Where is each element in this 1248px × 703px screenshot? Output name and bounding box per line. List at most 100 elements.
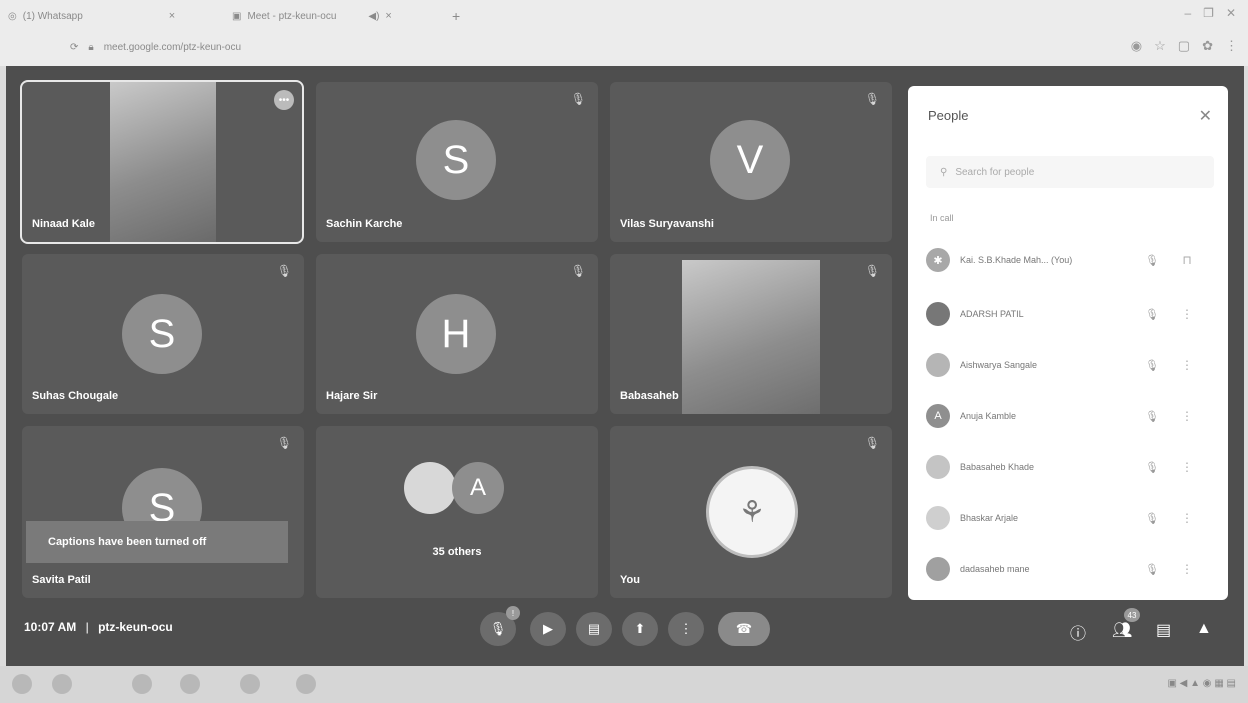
participant-row[interactable]: A Anuja Kamble 🎙︎ ⋮ (926, 399, 1216, 433)
participant-avatar (926, 557, 950, 581)
participant-row[interactable]: dadasaheb mane 🎙︎ ⋮ (926, 552, 1216, 586)
people-panel: People ✕ ⚲ Search for people In call ✱ K… (908, 86, 1228, 600)
more-vert-icon: ⋮ (679, 621, 693, 636)
menu-icon[interactable]: ⋮ (1225, 38, 1238, 54)
mic-off-icon: 🎙︎ (864, 436, 880, 450)
participant-name: ADARSH PATIL (960, 309, 1024, 319)
app-icon[interactable] (132, 674, 152, 694)
participant-row[interactable]: ADARSH PATIL 🎙︎ ⋮ (926, 297, 1216, 331)
separator: | (85, 620, 89, 634)
mic-off-icon: 🎙︎ (1145, 563, 1159, 576)
new-tab-button[interactable]: + (452, 8, 460, 24)
mic-off-icon: 🎙︎ (570, 264, 586, 278)
participant-row[interactable]: ✱ Kai. S.B.Khade Mah... (You) 🎙︎ ⊓ (926, 243, 1216, 277)
camera-toggle-button[interactable]: ▶ (530, 612, 566, 646)
participant-name: Ninaad Kale (32, 218, 95, 230)
participant-name: Anuja Kamble (960, 411, 1017, 421)
alert-badge: ! (506, 606, 520, 620)
more-vert-icon[interactable]: ⋮ (1172, 307, 1202, 321)
more-vert-icon[interactable]: ⋮ (1172, 460, 1202, 474)
participant-row[interactable]: Aishwarya Sangale 🎙︎ ⋮ (926, 348, 1216, 382)
call-end-icon: ☎ (735, 621, 753, 636)
mic-off-icon: 🎙︎ (1145, 254, 1159, 267)
app-icon[interactable] (296, 674, 316, 694)
tile-others[interactable]: A 35 others (316, 426, 598, 598)
close-tab-icon[interactable]: × (169, 10, 175, 22)
tile-hajare-sir[interactable]: 🎙︎ H Hajare Sir (316, 254, 598, 414)
participant-name: Babasaheb Khade (960, 462, 1035, 472)
star-icon[interactable]: ☆ (1154, 38, 1166, 54)
mic-off-icon: 🎙︎ (570, 92, 586, 106)
pin-icon[interactable]: ⊓ (1172, 253, 1202, 267)
restore-icon[interactable]: ❐ (1203, 6, 1214, 20)
tab-whatsapp[interactable]: ◎ (1) Whatsapp × (8, 8, 175, 24)
close-icon[interactable]: ✕ (1199, 106, 1212, 126)
tile-you[interactable]: 🎙︎ ⚘ You (610, 426, 892, 598)
more-options-icon[interactable]: ••• (274, 90, 294, 110)
captions-button[interactable]: ▤ (576, 612, 612, 646)
more-vert-icon[interactable]: ⋮ (1172, 358, 1202, 372)
participant-name: Vilas Suryavanshi (620, 218, 714, 230)
mic-off-icon: 🎙︎ (1145, 512, 1159, 525)
start-icon[interactable] (12, 674, 32, 694)
search-icon: ⚲ (940, 166, 948, 178)
browser-icon[interactable] (52, 674, 72, 694)
more-vert-icon[interactable]: ⋮ (1172, 409, 1202, 423)
leave-call-button[interactable]: ☎ (718, 612, 770, 646)
clock-time: 10:07 AM (24, 620, 77, 634)
camera-icon[interactable]: ◉ (1131, 38, 1142, 54)
avatar: A (452, 462, 504, 514)
puzzle-icon[interactable]: ✿ (1202, 38, 1213, 54)
tile-savita-patil[interactable]: 🎙︎ S Savita Patil (22, 426, 304, 598)
extension-icon[interactable]: ▢ (1178, 38, 1190, 54)
tile-babasaheb-khade[interactable]: 🎙︎ Babasaheb Khade (610, 254, 892, 414)
close-tab-icon[interactable]: × (385, 10, 391, 22)
tab-label: (1) Whatsapp (22, 10, 83, 22)
activities-icon[interactable]: ▲ (1196, 620, 1212, 638)
participant-name: Suhas Chougale (32, 390, 119, 402)
tab-meet[interactable]: ▣ Meet - ptz-keun-ocu ◀) × (232, 8, 392, 24)
minimize-icon[interactable]: ‒ (1184, 6, 1191, 20)
participant-name: You (620, 574, 640, 586)
participant-video (110, 82, 216, 242)
mic-off-icon: 🎙︎ (276, 436, 292, 450)
captions-toast: Captions have been turned off (26, 521, 288, 563)
videocam-icon: ▶ (543, 621, 553, 636)
app-icon[interactable] (180, 674, 200, 694)
tile-ninaad-kale[interactable]: ••• Ninaad Kale (20, 80, 304, 244)
participant-row[interactable]: Babasaheb Khade 🎙︎ ⋮ (926, 450, 1216, 484)
participant-row[interactable]: Bhaskar Arjale 🎙︎ ⋮ (926, 501, 1216, 535)
meeting-code: ptz-keun-ocu (98, 620, 173, 634)
meeting-details-icon[interactable]: ⓘ (1070, 620, 1086, 644)
more-options-button[interactable]: ⋮ (668, 612, 704, 646)
more-vert-icon[interactable]: ⋮ (1172, 511, 1202, 525)
avatar: H (416, 294, 496, 374)
participant-avatar (926, 506, 950, 530)
participant-name: Bhaskar Arjale (960, 513, 1019, 523)
app-icon[interactable] (240, 674, 260, 694)
tile-sachin-karche[interactable]: 🎙︎ S Sachin Karche (316, 82, 598, 242)
institution-logo-avatar: ⚘ (706, 466, 798, 558)
reload-icon[interactable]: ⟳ (70, 42, 78, 53)
tile-vilas-suryavanshi[interactable]: 🎙︎ V Vilas Suryavanshi (610, 82, 892, 242)
tile-suhas-chougale[interactable]: 🎙︎ S Suhas Chougale (22, 254, 304, 414)
present-button[interactable]: ⬆ (622, 612, 658, 646)
close-window-icon[interactable]: ✕ (1226, 6, 1236, 20)
window-controls: ‒ ❐ ✕ (1184, 6, 1236, 20)
participant-name: Savita Patil (32, 574, 91, 586)
participant-name: Aishwarya Sangale (960, 360, 1038, 370)
section-label: In call (930, 213, 954, 223)
participant-name: Hajare Sir (326, 390, 378, 402)
avatar: S (122, 294, 202, 374)
mic-off-icon: 🎙︎ (1145, 359, 1159, 372)
mic-off-icon: 🎙︎ (1145, 308, 1159, 321)
avatar: V (710, 120, 790, 200)
participant-avatar: ✱ (926, 248, 950, 272)
address-bar[interactable]: ⟳ 🔒︎ meet.google.com/ptz-keun-ocu (70, 38, 241, 56)
more-vert-icon[interactable]: ⋮ (1172, 562, 1202, 576)
participant-name: Kai. S.B.Khade Mah... (You) (960, 255, 1073, 265)
chat-icon[interactable]: ▤ (1156, 620, 1171, 640)
people-icon[interactable]: 👥︎ (1112, 620, 1132, 640)
participant-avatar (926, 455, 950, 479)
search-field[interactable]: ⚲ Search for people (926, 156, 1214, 188)
